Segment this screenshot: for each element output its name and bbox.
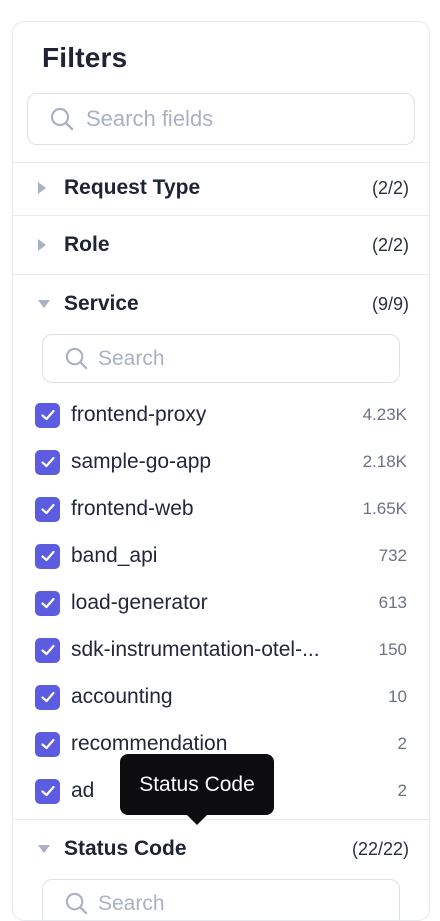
service-option-sdk-instrumentation[interactable]: sdk-instrumentation-otel-... 150 xyxy=(35,630,407,670)
check-icon xyxy=(40,691,55,703)
search-icon xyxy=(50,107,74,131)
check-icon xyxy=(40,738,55,750)
option-label: band_api xyxy=(71,544,158,567)
check-icon xyxy=(40,409,55,421)
checkbox-checked[interactable] xyxy=(35,402,60,428)
option-label: sdk-instrumentation-otel-... xyxy=(71,638,320,661)
option-label: load-generator xyxy=(71,591,208,614)
option-count: 10 xyxy=(388,687,407,706)
section-service-count: (9/9) xyxy=(371,293,409,314)
check-icon xyxy=(40,644,55,656)
section-role[interactable]: Role (2/2) xyxy=(13,218,429,272)
service-option-sample-go-app[interactable]: sample-go-app 2.18K xyxy=(35,442,407,482)
tooltip-arrow xyxy=(186,814,208,825)
option-label: frontend-web xyxy=(71,497,194,520)
section-role-count: (2/2) xyxy=(371,234,409,255)
section-status-code-label: Status Code xyxy=(64,837,187,860)
divider xyxy=(13,274,429,275)
option-label: recommendation xyxy=(71,732,228,755)
section-status-code[interactable]: Status Code (22/22) xyxy=(13,822,429,876)
check-icon xyxy=(40,550,55,562)
service-search-placeholder: Search xyxy=(98,346,165,370)
checkbox-checked[interactable] xyxy=(35,543,60,569)
checkbox-checked[interactable] xyxy=(35,731,60,757)
service-option-band-api[interactable]: band_api 732 xyxy=(35,536,407,576)
section-request-type-count: (2/2) xyxy=(371,177,409,198)
check-icon xyxy=(40,503,55,515)
service-option-accounting[interactable]: accounting 10 xyxy=(35,677,407,717)
service-option-frontend-proxy[interactable]: frontend-proxy 4.23K xyxy=(35,395,407,435)
caret-down-icon xyxy=(38,300,50,308)
option-count: 1.65K xyxy=(362,499,407,518)
search-fields-input[interactable]: Search fields xyxy=(27,93,415,145)
section-request-type-label: Request Type xyxy=(64,176,201,199)
checkbox-checked[interactable] xyxy=(35,496,60,522)
checkbox-checked[interactable] xyxy=(35,778,60,804)
caret-right-icon xyxy=(38,239,46,251)
check-icon xyxy=(40,456,55,468)
filters-title: Filters xyxy=(42,42,128,73)
option-label: sample-go-app xyxy=(71,450,212,473)
option-count: 2 xyxy=(397,734,407,753)
option-label: ad xyxy=(71,779,95,802)
option-count: 2.18K xyxy=(362,452,407,471)
check-icon xyxy=(40,785,55,797)
section-request-type[interactable]: Request Type (2/2) xyxy=(13,161,429,215)
search-icon xyxy=(65,347,88,370)
service-option-load-generator[interactable]: load-generator 613 xyxy=(35,583,407,623)
checkbox-checked[interactable] xyxy=(35,637,60,663)
section-role-label: Role xyxy=(64,233,110,256)
option-count: 4.23K xyxy=(362,405,407,424)
option-count: 613 xyxy=(378,593,407,612)
divider xyxy=(13,819,429,820)
checkbox-checked[interactable] xyxy=(35,590,60,616)
section-service-label: Service xyxy=(64,292,139,315)
option-count: 150 xyxy=(378,640,407,659)
section-service[interactable]: Service (9/9) xyxy=(13,277,429,331)
section-status-code-count: (22/22) xyxy=(351,838,409,859)
caret-down-icon xyxy=(38,845,50,853)
service-search-input[interactable]: Search xyxy=(42,334,400,383)
option-label: accounting xyxy=(71,685,173,708)
check-icon xyxy=(40,597,55,609)
search-fields-placeholder: Search fields xyxy=(86,106,214,131)
option-label: frontend-proxy xyxy=(71,403,207,426)
checkbox-checked[interactable] xyxy=(35,684,60,710)
option-count: 732 xyxy=(378,546,407,565)
status-code-search-input[interactable]: Search xyxy=(42,879,400,920)
option-count: 2 xyxy=(397,781,407,800)
tooltip: Status Code xyxy=(120,754,274,815)
divider xyxy=(13,215,429,216)
caret-right-icon xyxy=(38,182,46,194)
service-option-frontend-web[interactable]: frontend-web 1.65K xyxy=(35,489,407,529)
checkbox-checked[interactable] xyxy=(35,449,60,475)
